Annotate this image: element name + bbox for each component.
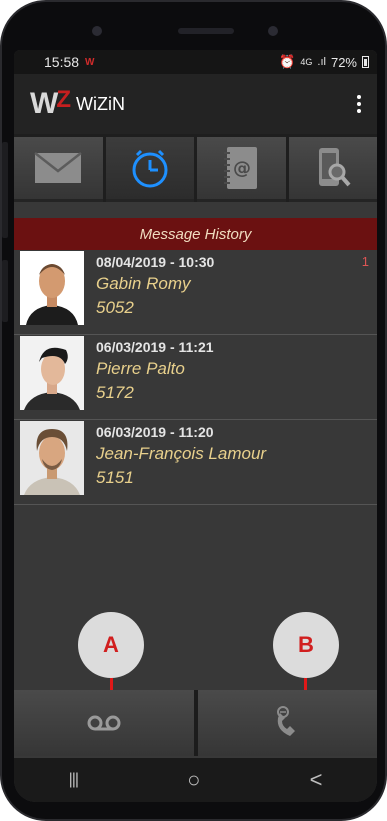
tab-contacts[interactable]: @	[197, 137, 286, 202]
phone-search-icon	[318, 148, 351, 187]
unread-count-badge: 1	[361, 254, 369, 269]
message-date: 08/04/2019 - 10:30	[96, 254, 215, 270]
recent-apps-button[interactable]: |||	[69, 771, 80, 789]
bottom-action-bar	[14, 690, 377, 756]
call-message-icon	[277, 706, 296, 736]
tab-messages[interactable]	[14, 137, 103, 202]
app-logo: WZ WiZiN	[30, 86, 125, 121]
message-date: 06/03/2019 - 11:21	[96, 339, 214, 355]
callout-a: A	[78, 612, 144, 678]
phone-sensors	[72, 20, 315, 42]
caller-name: Pierre Palto	[96, 359, 185, 378]
voicemail-button[interactable]	[14, 690, 194, 756]
callout-b: B	[273, 612, 339, 678]
app-bar: WZ WiZiN	[14, 74, 377, 134]
status-time: 15:58	[44, 54, 80, 70]
message-row[interactable]: 06/03/2019 - 11:21 Pierre Palto 5172	[14, 335, 377, 420]
avatar	[20, 251, 84, 325]
signal-icon: .ıl	[317, 56, 326, 68]
sensor-dot	[92, 26, 102, 36]
caller-name: Jean-François Lamour	[96, 444, 267, 463]
caller-extension: 5151	[96, 468, 134, 487]
bixby-button	[2, 260, 8, 322]
svg-text:@: @	[233, 158, 251, 179]
battery-level: 72%	[330, 54, 357, 70]
avatar	[20, 336, 84, 410]
message-row[interactable]: 06/03/2019 - 11:20 Jean-François Lamour …	[14, 420, 377, 505]
overflow-menu-icon[interactable]	[351, 91, 367, 117]
tab-bar: @	[14, 134, 377, 202]
home-button[interactable]: ○	[187, 767, 200, 793]
caller-extension: 5172	[96, 383, 134, 402]
wizin-notification-icon: W	[85, 56, 95, 68]
volume-button	[2, 142, 8, 238]
wizin-logo-icon: WZ	[30, 86, 71, 120]
back-button[interactable]: <	[310, 767, 323, 793]
front-camera	[268, 26, 278, 36]
caller-extension: 5052	[96, 298, 134, 317]
clock-icon	[132, 149, 168, 188]
avatar	[20, 421, 84, 495]
earpiece	[178, 28, 234, 34]
message-row[interactable]: 08/04/2019 - 10:30 Gabin Romy 5052 1	[14, 250, 377, 335]
app-name: WiZiN	[76, 93, 125, 114]
status-bar: 15:58 W ⏰ 4G .ıl 72%	[14, 50, 377, 74]
battery-icon	[362, 56, 369, 68]
call-message-button[interactable]	[197, 690, 377, 756]
phone-frame: 15:58 W ⏰ 4G .ıl 72% WZ WiZiN @ Message …	[0, 0, 387, 821]
screen: 15:58 W ⏰ 4G .ıl 72% WZ WiZiN @ Message …	[14, 50, 377, 802]
address-book-icon: @	[224, 147, 258, 189]
section-title: Message History	[14, 218, 377, 250]
voicemail-icon	[87, 715, 121, 731]
android-nav-bar: ||| ○ <	[14, 758, 377, 802]
envelope-icon	[34, 152, 83, 183]
network-type: 4G	[300, 57, 313, 67]
caller-name: Gabin Romy	[96, 274, 191, 293]
tab-history[interactable]	[105, 137, 194, 202]
tab-phone-search[interactable]	[288, 137, 377, 202]
message-date: 06/03/2019 - 11:20	[96, 424, 214, 440]
alarm-icon: ⏰	[279, 54, 296, 69]
